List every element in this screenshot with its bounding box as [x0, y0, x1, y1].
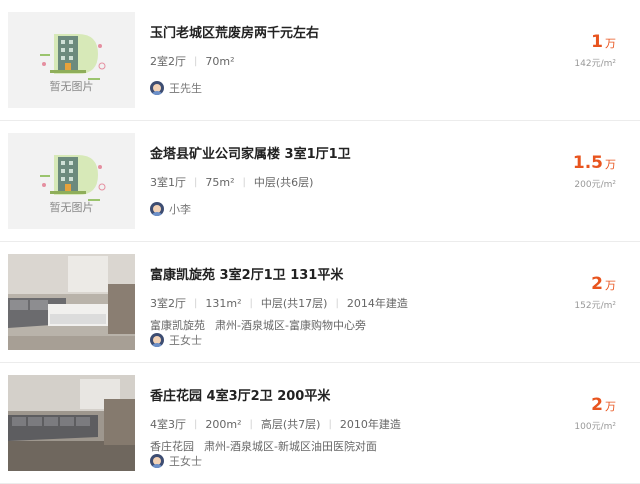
agent-name: 小李 — [169, 203, 191, 216]
listing-thumbnail[interactable]: 暂无图片 — [8, 12, 135, 108]
listing-thumbnail[interactable] — [8, 375, 135, 471]
listing-meta: 2室2厅 | 70m² — [150, 53, 235, 69]
agent-avatar — [150, 202, 164, 216]
listing-item[interactable]: 暂无图片 金塔县矿业公司家属楼 3室1厅1卫 3室1厅 | 75m² | 中层(… — [0, 121, 640, 242]
meta-layout: 3室1厅 — [150, 176, 186, 189]
meta-area: 75m² — [205, 175, 235, 189]
meta-separator: | — [194, 55, 198, 67]
listing-item[interactable]: 富康凯旋苑 3室2厅1卫 131平米 3室2厅 | 131m² | 中层(共17… — [0, 242, 640, 363]
meta-separator: | — [335, 297, 339, 309]
community-link[interactable]: 富康凯旋苑 — [150, 319, 205, 332]
price-value: 2 — [591, 395, 603, 415]
price-unit: 万 — [605, 37, 616, 50]
meta-separator: | — [242, 176, 246, 188]
location-text: 肃州-酒泉城区-富康购物中心旁 — [215, 319, 366, 332]
agent-avatar — [150, 81, 164, 95]
meta-layout: 2室2厅 — [150, 55, 186, 68]
unit-price: 142元/m² — [574, 59, 616, 69]
listing-address: 香庄花园 肃州-酒泉城区-新城区油田医院对面 — [150, 438, 387, 454]
listing-item[interactable]: 香庄花园 4室3厅2卫 200平米 4室3厅 | 200m² | 高层(共7层)… — [0, 363, 640, 484]
agent-info: 王女士 — [150, 332, 202, 348]
agent-info: 王女士 — [150, 453, 202, 469]
meta-area: 70m² — [205, 54, 235, 68]
community-link[interactable]: 香庄花园 — [150, 440, 194, 453]
agent-name: 王女士 — [169, 334, 202, 347]
agent-name: 王先生 — [169, 82, 202, 95]
listing-meta: 3室2厅 | 131m² | 中层(共17层) | 2014年建造 — [150, 295, 408, 311]
listing-price: 1万 — [591, 32, 616, 52]
price-unit: 万 — [605, 400, 616, 413]
listing-title[interactable]: 富康凯旋苑 3室2厅1卫 131平米 — [150, 264, 343, 283]
meta-separator: | — [194, 297, 198, 309]
living-room-photo — [8, 254, 135, 350]
listing-address: 富康凯旋苑 肃州-酒泉城区-富康购物中心旁 — [150, 317, 376, 333]
agent-name: 王女士 — [169, 455, 202, 468]
unit-price: 200元/m² — [574, 180, 616, 190]
meta-floor: 高层(共7层) — [260, 418, 321, 431]
agent-avatar — [150, 454, 164, 468]
meta-floor: 中层(共6层) — [253, 176, 314, 189]
meta-floor: 中层(共17层) — [260, 297, 328, 310]
unit-price: 152元/m² — [574, 301, 616, 311]
meta-area: 131m² — [205, 296, 242, 310]
unit-price: 100元/m² — [574, 422, 616, 432]
no-image-label: 暂无图片 — [49, 201, 94, 214]
listing-price: 2万 — [591, 395, 616, 415]
meta-separator: | — [194, 176, 198, 188]
listing-thumbnail[interactable] — [8, 254, 135, 350]
meta-separator: | — [194, 418, 198, 430]
meta-layout: 3室2厅 — [150, 297, 186, 310]
agent-info: 王先生 — [150, 80, 202, 96]
meta-separator: | — [249, 297, 253, 309]
meta-year: 2014年建造 — [346, 297, 408, 310]
agent-avatar — [150, 333, 164, 347]
meta-year: 2010年建造 — [339, 418, 401, 431]
meta-separator: | — [328, 418, 332, 430]
listing-thumbnail[interactable]: 暂无图片 — [8, 133, 135, 229]
location-text: 肃州-酒泉城区-新城区油田医院对面 — [204, 440, 377, 453]
listing-meta: 4室3厅 | 200m² | 高层(共7层) | 2010年建造 — [150, 416, 401, 432]
listing-title[interactable]: 金塔县矿业公司家属楼 3室1厅1卫 — [150, 143, 351, 162]
price-unit: 万 — [605, 158, 616, 171]
listing-meta: 3室1厅 | 75m² | 中层(共6层) — [150, 174, 313, 190]
listing-title[interactable]: 香庄花园 4室3厅2卫 200平米 — [150, 385, 330, 404]
price-value: 1.5 — [572, 153, 603, 173]
agent-info: 小李 — [150, 201, 191, 217]
listing-title[interactable]: 玉门老城区荒废房两千元左右 — [150, 22, 319, 41]
meta-layout: 4室3厅 — [150, 418, 186, 431]
listing-list: 暂无图片 玉门老城区荒废房两千元左右 2室2厅 | 70m² 王先生 1万 14… — [0, 0, 640, 484]
price-value: 1 — [591, 32, 603, 52]
meta-separator: | — [249, 418, 253, 430]
listing-price: 1.5 万 — [573, 153, 616, 173]
no-image-label: 暂无图片 — [49, 80, 94, 93]
meta-area: 200m² — [205, 417, 242, 431]
listing-item[interactable]: 暂无图片 玉门老城区荒废房两千元左右 2室2厅 | 70m² 王先生 1万 14… — [0, 0, 640, 121]
listing-price: 2万 — [591, 274, 616, 294]
living-room-photo — [8, 375, 135, 471]
price-unit: 万 — [605, 279, 616, 292]
price-value: 2 — [591, 274, 603, 294]
